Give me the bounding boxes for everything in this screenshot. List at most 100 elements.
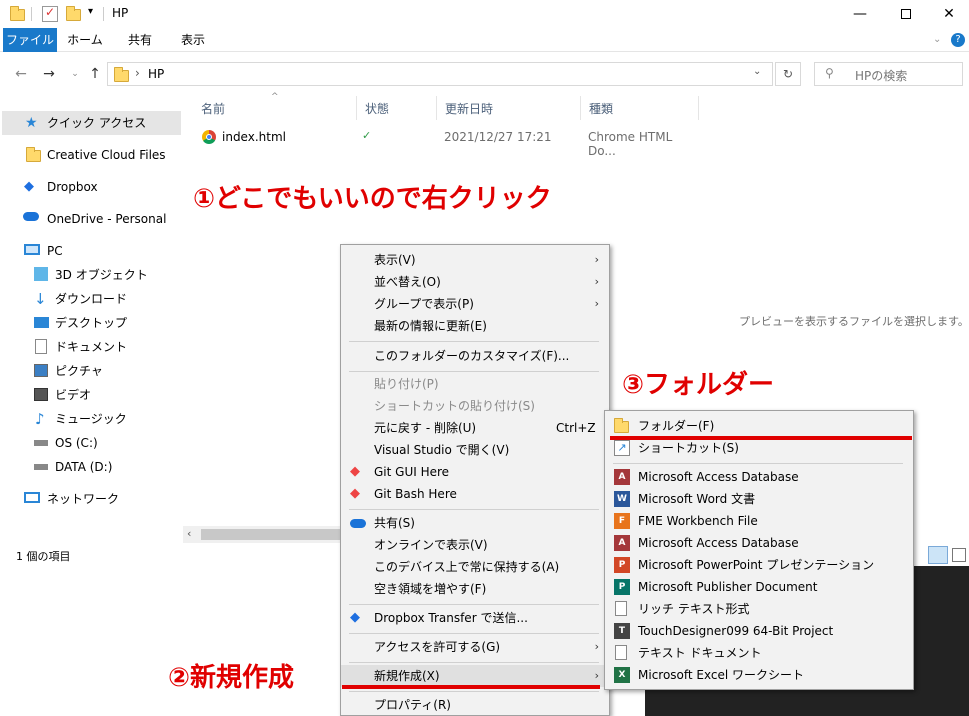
menu-item-refresh[interactable]: 最新の情報に更新(E) (341, 315, 609, 337)
column-modified[interactable]: 更新日時 (445, 100, 493, 118)
submenu-item-publisher[interactable]: P Microsoft Publisher Document (605, 576, 913, 598)
download-icon: ↓ (34, 290, 47, 308)
videos-icon (34, 388, 48, 401)
menu-item-git-gui[interactable]: ◆ Git GUI Here (341, 461, 609, 483)
desktop-icon (34, 317, 49, 328)
folder-icon (114, 67, 129, 82)
folder-icon (10, 6, 26, 22)
search-placeholder: HPの検索 (855, 69, 908, 83)
title-bar: ✓ ▾ HP — ✕ (0, 0, 969, 28)
menu-item-share[interactable]: 共有(S) (341, 512, 609, 534)
annotation-underline-new (342, 685, 600, 689)
forward-arrow-icon[interactable]: → (40, 65, 58, 83)
documents-icon (35, 339, 47, 354)
menu-item-grant-access[interactable]: アクセスを許可する(G) › (341, 636, 609, 658)
new-folder-icon[interactable] (66, 6, 82, 22)
properties-check-icon[interactable]: ✓ (42, 5, 58, 22)
pc-icon (24, 244, 40, 255)
column-status[interactable]: 状態 (365, 100, 389, 118)
submenu-item-text[interactable]: テキスト ドキュメント (605, 642, 913, 664)
menu-item-keep-on-device[interactable]: このデバイス上で常に保持する(A) (341, 556, 609, 578)
submenu-item-shortcut[interactable]: ↗ ショートカット(S) (605, 437, 913, 459)
text-document-icon (615, 645, 627, 660)
window-title: HP (112, 6, 129, 20)
file-modified: 2021/12/27 17:21 (444, 130, 552, 144)
submenu-item-word[interactable]: W Microsoft Word 文書 (605, 488, 913, 510)
submenu-item-access[interactable]: A Microsoft Access Database (605, 466, 913, 488)
git-icon: ◆ (350, 486, 360, 501)
shortcut-label: Ctrl+Z (556, 421, 596, 435)
menu-separator (349, 341, 599, 342)
chevron-right-icon: › (594, 275, 599, 288)
submenu-item-folder[interactable]: フォルダー(F) (605, 415, 913, 437)
search-icon: ⚲ (825, 66, 834, 80)
chevron-right-icon: › (594, 669, 599, 682)
column-separator[interactable] (356, 96, 357, 120)
menu-item-view[interactable]: 表示(V) › (341, 249, 609, 271)
menu-separator (349, 509, 599, 510)
column-separator[interactable] (436, 96, 437, 120)
column-type[interactable]: 種類 (589, 100, 613, 118)
submenu-item-powerpoint[interactable]: P Microsoft PowerPoint プレゼンテーション (605, 554, 913, 576)
submenu-item-access-2[interactable]: A Microsoft Access Database (605, 532, 913, 554)
tab-home[interactable]: ホーム (60, 28, 110, 52)
menu-item-dropbox-transfer[interactable]: ◆ Dropbox Transfer で送信... (341, 607, 609, 629)
maximize-button[interactable] (883, 0, 929, 28)
column-name[interactable]: 名前 (201, 100, 225, 118)
menu-item-sort[interactable]: 並べ替え(O) › (341, 271, 609, 293)
back-arrow-icon[interactable]: ← (12, 65, 30, 83)
menu-separator (613, 463, 903, 464)
menu-item-group[interactable]: グループで表示(P) › (341, 293, 609, 315)
status-item-count: 1 個の項目 (16, 550, 71, 563)
address-bar[interactable]: › HP ⌄ (107, 62, 773, 86)
scroll-thumb[interactable] (201, 529, 361, 540)
submenu-item-touchdesigner[interactable]: T TouchDesigner099 64-Bit Project (605, 620, 913, 642)
menu-item-customize[interactable]: このフォルダーのカスタマイズ(F)... (341, 345, 609, 367)
menu-item-properties[interactable]: プロパティ(R) (341, 694, 609, 716)
menu-item-visual-studio[interactable]: Visual Studio で開く(V) (341, 439, 609, 461)
refresh-icon: ↻ (782, 67, 794, 81)
tab-view[interactable]: 表示 (168, 28, 218, 52)
table-row[interactable]: index.html ✓ 2021/12/27 17:21 Chrome HTM… (196, 126, 700, 158)
folder-icon (614, 417, 630, 433)
chevron-right-icon: › (594, 253, 599, 266)
chevron-down-icon[interactable]: ⌄ (933, 34, 941, 45)
breadcrumb-separator: › (135, 66, 140, 80)
menu-item-new[interactable]: 新規作成(X) › (341, 665, 609, 687)
refresh-button[interactable]: ↻ (775, 62, 801, 86)
ribbon: ファイル ホーム 共有 表示 ⌄ ? (0, 28, 969, 52)
access-icon: A (614, 469, 630, 485)
menu-item-git-bash[interactable]: ◆ Git Bash Here (341, 483, 609, 505)
excel-icon: X (614, 667, 630, 683)
help-icon[interactable]: ? (951, 33, 965, 47)
submenu-item-fme[interactable]: F FME Workbench File (605, 510, 913, 532)
breadcrumb[interactable]: HP (148, 67, 164, 81)
divider (103, 7, 104, 21)
details-view-icon[interactable] (928, 546, 948, 564)
submenu-item-excel[interactable]: X Microsoft Excel ワークシート (605, 664, 913, 686)
annotation-step2: ②新規作成 (168, 663, 295, 693)
divider (31, 7, 32, 21)
close-button[interactable]: ✕ (929, 0, 969, 28)
up-arrow-icon[interactable]: ↑ (86, 65, 104, 83)
pictures-icon (34, 364, 48, 377)
menu-item-view-online[interactable]: オンラインで表示(V) (341, 534, 609, 556)
column-separator[interactable] (580, 96, 581, 120)
dropbox-icon: ◆ (350, 610, 360, 625)
submenu-item-rtf[interactable]: リッチ テキスト形式 (605, 598, 913, 620)
chevron-down-icon[interactable]: ⌄ (753, 66, 761, 77)
scroll-left-icon[interactable]: ‹ (187, 527, 191, 540)
context-menu: 表示(V) › 並べ替え(O) › グループで表示(P) › 最新の情報に更新(E) … (340, 244, 610, 716)
column-separator[interactable] (698, 96, 699, 120)
search-input[interactable]: ⚲ HPの検索 (814, 62, 963, 86)
tab-file[interactable]: ファイル (3, 28, 57, 52)
tab-share[interactable]: 共有 (116, 28, 164, 52)
menu-item-free-space[interactable]: 空き領域を増やす(F) (341, 578, 609, 600)
large-icons-view-icon[interactable] (952, 548, 966, 562)
menu-item-undo-delete[interactable]: 元に戻す - 削除(U) Ctrl+Z (341, 417, 609, 439)
customize-quick-access-icon[interactable]: ▾ (88, 6, 93, 17)
minimize-icon: — (853, 6, 867, 22)
recent-locations-icon[interactable]: ⌄ (66, 65, 84, 83)
minimize-button[interactable]: — (837, 0, 883, 28)
music-icon: ♪ (35, 410, 45, 428)
